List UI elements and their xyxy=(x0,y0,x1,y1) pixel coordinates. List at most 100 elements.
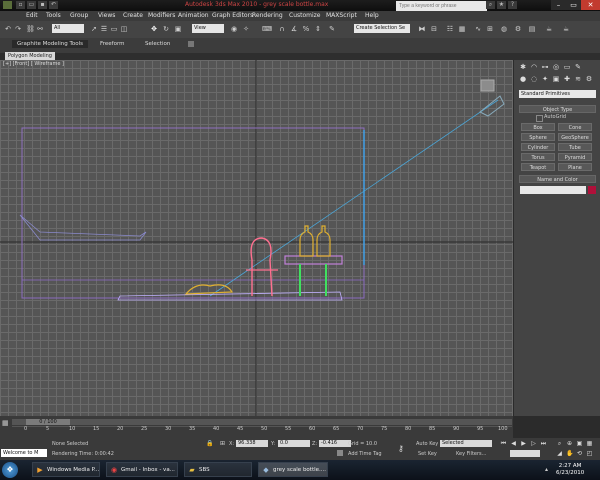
display-tab-icon[interactable]: ▭ xyxy=(563,63,571,71)
select-scale-icon[interactable]: ▣ xyxy=(174,25,182,33)
lock-selection-icon[interactable]: 🔒 xyxy=(206,440,213,447)
menu-create[interactable]: Create xyxy=(123,12,143,19)
create-tab-icon[interactable]: ✱ xyxy=(519,63,527,71)
percent-snap-icon[interactable]: % xyxy=(302,25,310,33)
modify-tab-icon[interactable]: ◠ xyxy=(530,63,538,71)
reference-coordinate-dropdown[interactable]: View xyxy=(192,24,224,33)
schematic-view-icon[interactable]: ⊞ xyxy=(486,25,494,33)
autogrid-checkbox[interactable] xyxy=(536,115,543,122)
key-mode-dropdown[interactable]: Selected xyxy=(440,440,492,447)
geosphere-button[interactable]: GeoSphere xyxy=(558,133,592,141)
add-time-tag[interactable]: Add Time Tag xyxy=(348,451,382,457)
app-logo-icon[interactable] xyxy=(3,1,12,9)
curve-editor-icon[interactable]: ∿ xyxy=(474,25,482,33)
redo-icon[interactable]: ↷ xyxy=(14,25,22,33)
select-move-icon[interactable]: ✥ xyxy=(150,25,158,33)
time-slider-thumb[interactable]: 0 / 100 xyxy=(26,419,70,425)
maximize-viewport-icon[interactable]: ◰ xyxy=(586,450,593,457)
go-to-end-icon[interactable]: ⏭ xyxy=(540,440,547,447)
menu-customize[interactable]: Customize xyxy=(289,12,321,19)
taskbar-item-media-player[interactable]: ▶ Windows Media P... xyxy=(32,462,100,477)
zoom-icon[interactable]: ⌕ xyxy=(556,440,563,447)
select-link-icon[interactable]: ⛓ xyxy=(26,25,35,33)
name-and-color-rollout[interactable]: Name and Color xyxy=(519,175,596,183)
auto-key-button[interactable]: Auto Key xyxy=(416,441,438,447)
shapes-icon[interactable]: ◌ xyxy=(530,75,538,83)
new-file-icon[interactable]: ▫ xyxy=(16,1,25,9)
polygon-modeling-panel[interactable]: Polygon Modeling xyxy=(5,52,55,60)
taskbar-item-3ds-max[interactable]: ◆ grey scale bottle.... xyxy=(258,462,328,477)
align-icon[interactable]: ⊟ xyxy=(430,25,438,33)
select-object-icon[interactable]: ➚ xyxy=(90,25,98,33)
help-icon[interactable]: ? xyxy=(508,1,517,9)
previous-frame-icon[interactable]: ◀ xyxy=(510,440,517,447)
minimize-button[interactable]: – xyxy=(551,0,566,10)
ribbon-minimize-icon[interactable] xyxy=(188,41,194,47)
menu-modifiers[interactable]: Modifiers xyxy=(148,12,175,19)
teapot-button[interactable]: Teapot xyxy=(521,163,555,171)
cylinder-button[interactable]: Cylinder xyxy=(521,143,555,151)
orbit-icon[interactable]: ⟲ xyxy=(576,450,583,457)
tube-button[interactable]: Tube xyxy=(558,143,592,151)
zoom-extents-icon[interactable]: ▣ xyxy=(576,440,583,447)
window-crossing-icon[interactable]: ◫ xyxy=(120,25,128,33)
undo-icon[interactable]: ↶ xyxy=(49,1,58,9)
start-button[interactable]: ❖ xyxy=(2,462,18,478)
render-iterative-icon[interactable]: ☕ xyxy=(562,25,570,33)
absolute-mode-icon[interactable]: ⊞ xyxy=(220,440,227,447)
x-coordinate-field[interactable]: 96.338 xyxy=(236,440,268,447)
zoom-extents-all-icon[interactable]: ▦ xyxy=(586,440,593,447)
zoom-all-icon[interactable]: ⊕ xyxy=(566,440,573,447)
pan-view-icon[interactable]: ✋ xyxy=(566,450,573,457)
set-key-button[interactable]: Set Key xyxy=(418,451,437,457)
utilities-tab-icon[interactable]: ✎ xyxy=(574,63,582,71)
front-viewport[interactable]: [+] [Front] [ Wireframe ] xyxy=(0,60,513,416)
graphite-toggle-icon[interactable]: ▦ xyxy=(458,25,466,33)
time-slider-track[interactable] xyxy=(12,419,512,425)
key-icon[interactable]: ⚷ xyxy=(398,444,404,453)
geometry-icon[interactable]: ● xyxy=(519,75,527,83)
maximize-button[interactable]: ▭ xyxy=(566,0,581,10)
spinner-snap-icon[interactable]: ⇕ xyxy=(314,25,322,33)
taskbar-item-sbs[interactable]: ▰ SBS xyxy=(184,462,252,477)
cone-button[interactable]: Cone xyxy=(558,123,592,131)
rectangular-selection-icon[interactable]: ▭ xyxy=(110,25,118,33)
keyboard-shortcut-icon[interactable]: ⌨ xyxy=(262,25,272,33)
field-of-view-icon[interactable]: ◢ xyxy=(556,450,563,457)
rendered-frame-icon[interactable]: ▤ xyxy=(528,25,536,33)
z-coordinate-field[interactable]: -0.416 xyxy=(319,440,351,447)
pyramid-button[interactable]: Pyramid xyxy=(558,153,592,161)
save-file-icon[interactable]: ▪ xyxy=(38,1,47,9)
menu-views[interactable]: Views xyxy=(98,12,115,19)
close-button[interactable]: ✕ xyxy=(581,0,600,10)
select-rotate-icon[interactable]: ↻ xyxy=(162,25,170,33)
systems-icon[interactable]: ⚙ xyxy=(585,75,593,83)
torus-button[interactable]: Torus xyxy=(521,153,555,161)
menu-edit[interactable]: Edit xyxy=(26,12,38,19)
search-icon[interactable]: ⌕ xyxy=(486,1,495,9)
box-button[interactable]: Box xyxy=(521,123,555,131)
search-input[interactable] xyxy=(396,1,487,11)
named-selection-dropdown[interactable]: Create Selection Se xyxy=(354,24,410,33)
space-warps-icon[interactable]: ≋ xyxy=(574,75,582,83)
y-coordinate-field[interactable]: 0.0 xyxy=(278,440,310,447)
subscription-icon[interactable]: ★ xyxy=(497,1,506,9)
pivot-center-icon[interactable]: ◉ xyxy=(230,25,238,33)
next-frame-icon[interactable]: ▷ xyxy=(530,440,537,447)
menu-group[interactable]: Group xyxy=(70,12,88,19)
select-by-name-icon[interactable]: ☰ xyxy=(100,25,108,33)
lights-icon[interactable]: ✦ xyxy=(541,75,549,83)
mirror-icon[interactable]: ⧓ xyxy=(418,25,426,33)
go-to-start-icon[interactable]: ⏮ xyxy=(500,440,507,447)
maxscript-listener[interactable]: Welcome to M xyxy=(1,449,47,457)
plane-button[interactable]: Plane xyxy=(558,163,592,171)
open-file-icon[interactable]: ▭ xyxy=(27,1,36,9)
select-manipulate-icon[interactable]: ✧ xyxy=(242,25,250,33)
hierarchy-tab-icon[interactable]: ⊶ xyxy=(541,63,549,71)
snaps-toggle-icon[interactable]: ∩ xyxy=(278,25,286,33)
motion-tab-icon[interactable]: ◎ xyxy=(552,63,560,71)
undo-icon[interactable]: ↶ xyxy=(4,25,12,33)
layer-manager-icon[interactable]: ☷ xyxy=(446,25,454,33)
menu-graph-editors[interactable]: Graph Editors xyxy=(212,12,253,19)
tab-selection[interactable]: Selection xyxy=(145,41,170,47)
